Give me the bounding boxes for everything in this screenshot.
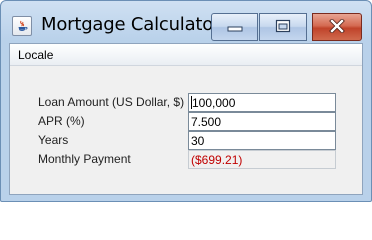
minimize-icon bbox=[226, 18, 244, 37]
monthly-payment-label: Monthly Payment bbox=[38, 152, 131, 166]
menu-locale[interactable]: Locale bbox=[18, 48, 53, 62]
menu-bar: Locale bbox=[10, 44, 362, 66]
client-area: Locale Loan Amount (US Dollar, $) 100,00… bbox=[9, 43, 363, 195]
close-button[interactable] bbox=[312, 13, 362, 41]
java-app-icon[interactable] bbox=[12, 16, 32, 36]
years-label: Years bbox=[38, 133, 69, 147]
form-row-apr: APR (%) 7.500 bbox=[10, 112, 362, 131]
loan-amount-input[interactable]: 100,000 bbox=[188, 93, 336, 112]
form-row-monthly-payment: Monthly Payment ($699.21) bbox=[10, 150, 362, 169]
apr-input[interactable]: 7.500 bbox=[188, 112, 336, 131]
window-title: Mortgage Calculator bbox=[41, 14, 221, 35]
title-bar[interactable]: Mortgage Calculator bbox=[1, 1, 371, 43]
close-icon bbox=[329, 17, 345, 37]
loan-amount-label: Loan Amount (US Dollar, $) bbox=[38, 95, 185, 109]
maximize-icon bbox=[275, 18, 291, 37]
years-input[interactable]: 30 bbox=[188, 131, 336, 150]
apr-label: APR (%) bbox=[38, 114, 85, 128]
monthly-payment-output: ($699.21) bbox=[188, 150, 336, 169]
loan-amount-value: 100,000 bbox=[192, 96, 236, 110]
app-window: Mortgage Calculator Locale Loan Amount (… bbox=[0, 0, 372, 202]
minimize-button[interactable] bbox=[211, 13, 258, 41]
maximize-button[interactable] bbox=[259, 13, 307, 41]
form-row-years: Years 30 bbox=[10, 131, 362, 150]
form-row-loan-amount: Loan Amount (US Dollar, $) 100,000 bbox=[10, 93, 362, 112]
